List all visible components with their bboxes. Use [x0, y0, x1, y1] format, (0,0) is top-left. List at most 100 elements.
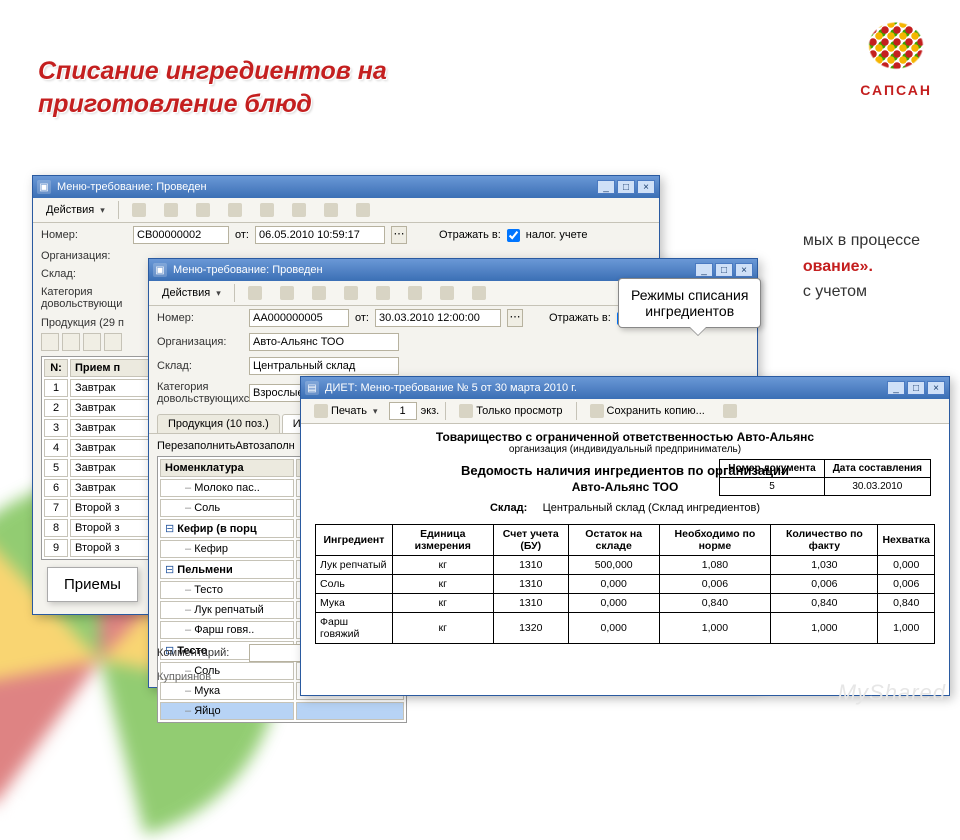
bg-text-1: мых в процессе	[803, 232, 920, 249]
table-row[interactable]: 2Завтрак	[44, 399, 150, 417]
print-menu[interactable]: Печать	[307, 401, 385, 421]
bg-text-3: с учетом	[803, 283, 867, 300]
grid-btn4[interactable]	[104, 333, 122, 351]
close-button[interactable]: ×	[927, 381, 945, 395]
tb-b7[interactable]	[433, 283, 461, 303]
brand-name: САПСАН	[860, 82, 932, 98]
struct-icon	[408, 286, 422, 300]
titlebar[interactable]: ▤ ДИЕТ: Меню-требование № 5 от 30 марта …	[301, 377, 949, 399]
number-input[interactable]	[249, 309, 349, 327]
date-picker-button[interactable]: ⋯	[391, 226, 407, 244]
tax-accounting-label: налог. учете	[526, 229, 588, 241]
meta-date: 30.03.2010	[824, 478, 930, 496]
arrow-right-icon	[164, 203, 178, 217]
actions-menu[interactable]: Действия	[155, 284, 228, 302]
arrow-left-icon	[248, 286, 262, 300]
save-copy-button[interactable]: Сохранить копию...	[583, 401, 712, 421]
post-button[interactable]	[253, 200, 281, 220]
print-button[interactable]	[285, 200, 313, 220]
date-picker-button[interactable]: ⋯	[507, 309, 523, 327]
col-meal[interactable]: Прием п	[70, 359, 150, 377]
save-button[interactable]	[221, 200, 249, 220]
col-number[interactable]: N:	[44, 359, 68, 377]
tb-b2[interactable]	[273, 283, 301, 303]
number-label: Номер:	[41, 229, 127, 241]
actions-menu[interactable]: Действия	[39, 201, 112, 219]
number-input[interactable]	[133, 226, 229, 244]
table-row[interactable]: 7Второй з	[44, 499, 150, 517]
report-sklad-value: Центральный склад (Склад ингредиентов)	[543, 502, 760, 514]
tb-b1[interactable]	[241, 283, 269, 303]
nav-forward-button[interactable]	[157, 200, 185, 220]
table-row[interactable]: 1Завтрак	[44, 379, 150, 397]
org-input[interactable]	[249, 333, 399, 351]
maximize-button[interactable]: □	[715, 263, 733, 277]
report-button[interactable]	[317, 200, 345, 220]
eye-icon	[459, 404, 473, 418]
sklad-label: Склад:	[41, 268, 127, 280]
tb-b3[interactable]	[305, 283, 333, 303]
callout-line1: Режимы списания	[631, 287, 748, 303]
autofill-button[interactable]: Автозаполн	[235, 440, 294, 452]
close-button[interactable]: ×	[735, 263, 753, 277]
category-label: Категория довольствующихся:	[157, 381, 243, 405]
tb-b8[interactable]	[465, 283, 493, 303]
help-button[interactable]	[716, 401, 744, 421]
help-icon	[723, 404, 737, 418]
help-button[interactable]	[349, 200, 377, 220]
table-row[interactable]: 9Второй з	[44, 539, 150, 557]
date-input[interactable]	[375, 309, 501, 327]
refresh-button[interactable]	[189, 200, 217, 220]
slide-title: Списание ингредиентов на приготовление б…	[38, 55, 458, 120]
doc-icon: ▤	[305, 381, 319, 395]
window-title: Меню-требование: Проведен	[57, 181, 591, 193]
tax-accounting-checkbox[interactable]	[507, 229, 520, 242]
table-row: Мукакг13100,0000,8400,8400,840	[316, 594, 935, 613]
report-icon	[324, 203, 338, 217]
date-input[interactable]	[255, 226, 385, 244]
org-label: Организация:	[157, 336, 243, 348]
table-row: Лук репчатыйкг1310500,0001,0801,0300,000	[316, 556, 935, 575]
table-row[interactable]: 5Завтрак	[44, 459, 150, 477]
minimize-button[interactable]: _	[695, 263, 713, 277]
report-meta-table: Номер документа Дата составления 5 30.03…	[719, 459, 931, 496]
tb-b4[interactable]	[337, 283, 365, 303]
table-row[interactable]: 4Завтрак	[44, 439, 150, 457]
brand-logo: САПСАН	[860, 18, 932, 98]
table-row: Солькг13100,0000,0060,0060,006	[316, 575, 935, 594]
add-row-button[interactable]	[41, 333, 59, 351]
delete-row-button[interactable]	[62, 333, 80, 351]
sklad-input[interactable]	[249, 357, 399, 375]
tab-products[interactable]: Продукция (10 поз.)	[157, 414, 280, 433]
maximize-button[interactable]: □	[907, 381, 925, 395]
minimize-button[interactable]: _	[597, 180, 615, 194]
col-header: Единица измерения	[392, 525, 493, 556]
table-row[interactable]: 8Второй з	[44, 519, 150, 537]
maximize-button[interactable]: □	[617, 180, 635, 194]
background-paragraph: мых в процессе ование». с учетом	[803, 228, 920, 305]
post-icon	[376, 286, 390, 300]
logo-icon	[861, 18, 931, 78]
disk-icon	[228, 203, 242, 217]
table-row[interactable]: 3Завтрак	[44, 419, 150, 437]
tb-b5[interactable]	[369, 283, 397, 303]
toolbar: Печать экз. Только просмотр Сохранить ко…	[301, 399, 949, 424]
view-only-button[interactable]: Только просмотр	[452, 401, 569, 421]
copies-label: экз.	[421, 405, 440, 417]
minimize-button[interactable]: _	[887, 381, 905, 395]
sklad-label: Склад:	[157, 360, 243, 372]
table-row[interactable]: 6Завтрак	[44, 479, 150, 497]
tree-row[interactable]: Яйцо	[160, 702, 404, 720]
app-icon: ▣	[37, 180, 51, 194]
bg-text-2: ование».	[803, 258, 873, 275]
nav-back-button[interactable]	[125, 200, 153, 220]
products-grid[interactable]: N: Прием п 1Завтрак 2Завтрак 3Завтрак 4Завт…	[41, 356, 153, 560]
grid-btn3[interactable]	[83, 333, 101, 351]
copies-input[interactable]	[389, 402, 417, 420]
col-nomenclature[interactable]: Номенклатура	[160, 459, 294, 477]
refill-button[interactable]: Перезаполнить	[157, 440, 235, 452]
printer-icon	[440, 286, 454, 300]
close-button[interactable]: ×	[637, 180, 655, 194]
titlebar[interactable]: ▣ Меню-требование: Проведен _ □ ×	[33, 176, 659, 198]
tb-b6[interactable]	[401, 283, 429, 303]
